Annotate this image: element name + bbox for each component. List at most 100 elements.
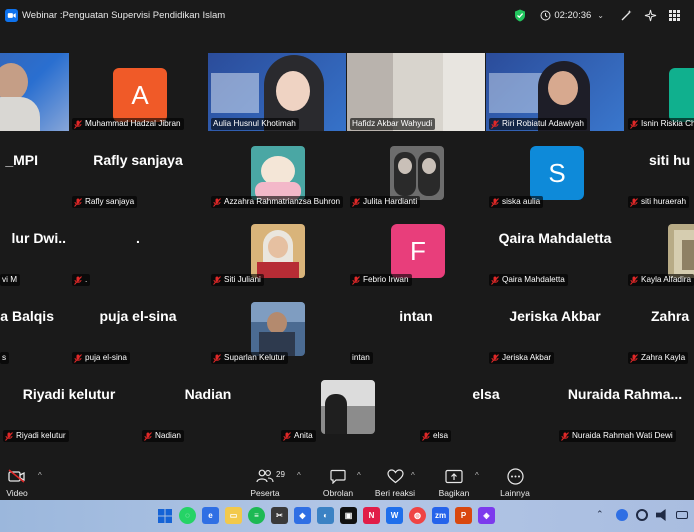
profile-picture bbox=[251, 302, 305, 356]
spotify-icon[interactable]: ≡ bbox=[248, 507, 265, 524]
chat-options-caret[interactable]: ^ bbox=[357, 471, 361, 480]
folder-icon[interactable]: ▭ bbox=[225, 507, 242, 524]
share-button[interactable]: Bagikan bbox=[426, 462, 482, 500]
profile-picture bbox=[251, 224, 305, 278]
word-icon[interactable]: W bbox=[386, 507, 403, 524]
chevron-up-icon[interactable]: ⌃ bbox=[596, 509, 608, 521]
participant-name-large: Nuraida Rahma... bbox=[567, 386, 683, 402]
gallery-grid-icon[interactable] bbox=[662, 3, 686, 27]
participant-name: Siti Juliani bbox=[211, 274, 264, 286]
sparkle-icon[interactable] bbox=[638, 3, 662, 27]
participant-tile[interactable]: Kayla Alfadira bbox=[625, 209, 694, 287]
participant-tile[interactable]: Zahra Zahra Kayla bbox=[625, 287, 694, 365]
participant-tile[interactable]: puja el-sina puja el-sina bbox=[69, 287, 207, 365]
capcut-icon[interactable]: ✂ bbox=[271, 507, 288, 524]
participant-name: Muhammad Hadzal Jibran bbox=[72, 118, 184, 130]
chrome-icon[interactable]: ◍ bbox=[409, 507, 426, 524]
cloud-icon[interactable] bbox=[616, 509, 628, 521]
participant-name: vi M bbox=[0, 274, 21, 286]
participant-tile[interactable]: siti hu siti huraerah bbox=[625, 131, 694, 209]
participant-tile[interactable]: Nuraida Rahma... Nuraida Rahmah Wati Dew… bbox=[556, 365, 694, 443]
whatsapp-icon[interactable]: ◌ bbox=[179, 507, 196, 524]
participant-tile[interactable]: Riyadi kelutur Riyadi kelutur bbox=[0, 365, 138, 443]
chat-button[interactable]: Obrolan bbox=[310, 462, 366, 500]
participant-tile[interactable]: Isnin Riskia Ch bbox=[625, 53, 694, 131]
participant-tile[interactable]: Hafidz Akbar Wahyudi bbox=[347, 53, 485, 131]
mic-muted-icon bbox=[561, 431, 569, 441]
wifi-icon[interactable] bbox=[636, 509, 648, 521]
participant-tile[interactable]: Rafly sanjaya Rafly sanjaya bbox=[69, 131, 207, 209]
news-icon[interactable]: N bbox=[363, 507, 380, 524]
participant-name: Kayla Alfadira bbox=[628, 274, 694, 286]
participant-name-large: Rafly sanjaya bbox=[93, 152, 183, 168]
video-options-caret[interactable]: ^ bbox=[38, 471, 42, 480]
participant-tile[interactable]: S siska aulia bbox=[486, 131, 624, 209]
mic-muted-icon bbox=[491, 353, 499, 363]
participant-name: . bbox=[72, 274, 91, 286]
reactions-options-caret[interactable]: ^ bbox=[411, 471, 415, 480]
profile-picture bbox=[390, 146, 444, 200]
participant-tile[interactable] bbox=[0, 53, 70, 131]
participant-tile[interactable]: Aulia Husnul Khotimah bbox=[208, 53, 346, 131]
participant-name-large: Riyadi kelutur bbox=[22, 386, 116, 402]
participant-tile[interactable]: . . bbox=[69, 209, 207, 287]
participant-name: Nadian bbox=[142, 430, 184, 442]
participant-tile[interactable]: elsa elsa bbox=[417, 365, 555, 443]
participant-name: s bbox=[0, 352, 10, 364]
participant-name: Azzahra Rahmatrianzsa Buhron bbox=[211, 196, 344, 208]
participant-tile[interactable]: Julita Hardianti bbox=[347, 131, 485, 209]
participant-tile[interactable]: a Balqis s bbox=[0, 287, 70, 365]
participant-tile[interactable]: Qaira Mahdaletta Qaira Mahdaletta bbox=[486, 209, 624, 287]
start-menu-icon[interactable] bbox=[156, 507, 173, 524]
reactions-button[interactable]: Beri reaksi bbox=[367, 462, 423, 500]
terminal-icon[interactable]: ▣ bbox=[340, 507, 357, 524]
participant-tile[interactable]: A Muhammad Hadzal Jibran bbox=[69, 53, 207, 131]
browser-icon[interactable]: e bbox=[202, 507, 219, 524]
mic-muted-icon bbox=[213, 275, 221, 285]
participant-tile[interactable]: intan intan bbox=[347, 287, 485, 365]
participant-name: Nuraida Rahmah Wati Dewi bbox=[559, 430, 676, 442]
magic-wand-icon[interactable] bbox=[614, 3, 638, 27]
participant-tile[interactable]: lur Dwi.. vi M bbox=[0, 209, 70, 287]
participant-tile[interactable]: F Febrio Irwan bbox=[347, 209, 485, 287]
shield-icon[interactable] bbox=[508, 3, 532, 27]
mic-muted-icon bbox=[74, 275, 82, 285]
video-button[interactable]: Video bbox=[0, 462, 45, 500]
speaker-icon[interactable] bbox=[656, 509, 666, 521]
active-speaker-tile[interactable]: Riri Robiatul Adawiyah bbox=[486, 53, 624, 131]
chat-bubble-icon bbox=[328, 466, 348, 486]
participants-button[interactable]: Peserta bbox=[237, 462, 293, 500]
participant-tile[interactable]: Azzahra Rahmatrianzsa Buhron bbox=[208, 131, 346, 209]
participant-tile[interactable]: Anita bbox=[278, 365, 416, 443]
mic-muted-icon bbox=[630, 197, 638, 207]
meeting-timer[interactable]: 02:20:36 ⌄ bbox=[540, 10, 604, 21]
powerpoint-icon[interactable]: P bbox=[455, 507, 472, 524]
edge-icon[interactable]: ◐ bbox=[317, 507, 334, 524]
profile-picture bbox=[668, 224, 694, 278]
participant-tile[interactable]: _MPI bbox=[0, 131, 70, 209]
participant-name-large: puja el-sina bbox=[99, 308, 177, 324]
share-options-caret[interactable]: ^ bbox=[475, 471, 479, 480]
participant-tile[interactable]: Jeriska Akbar Jeriska Akbar bbox=[486, 287, 624, 365]
mic-muted-icon bbox=[5, 431, 13, 441]
file-app-icon[interactable]: ◆ bbox=[294, 507, 311, 524]
profile-picture bbox=[251, 146, 305, 200]
participant-name-large: Nadian bbox=[184, 386, 232, 402]
participant-name-large: Zahra bbox=[651, 308, 690, 324]
participant-name: Zahra Kayla bbox=[628, 352, 689, 364]
participant-name-large: elsa bbox=[472, 386, 500, 402]
meeting-toolbar: Video ^ Peserta 29 ^ Obrolan ^ Beri reak… bbox=[0, 462, 694, 500]
profile-picture bbox=[321, 380, 375, 434]
participant-name: intan bbox=[350, 352, 373, 364]
participant-tile[interactable]: Siti Juliani bbox=[208, 209, 346, 287]
zoom-icon[interactable]: zm bbox=[432, 507, 449, 524]
app-icon[interactable]: ◈ bbox=[478, 507, 495, 524]
window-title: Webinar :Penguatan Supervisi Pendidikan … bbox=[22, 9, 226, 21]
more-button[interactable]: Lainnya bbox=[487, 462, 543, 500]
participant-tile[interactable]: Suparlan Kelutur bbox=[208, 287, 346, 365]
participants-options-caret[interactable]: ^ bbox=[297, 471, 301, 480]
participant-name: Julita Hardianti bbox=[350, 196, 421, 208]
participant-tile[interactable]: Nadian Nadian bbox=[139, 365, 277, 443]
battery-icon[interactable] bbox=[676, 511, 688, 519]
participant-name: siska aulia bbox=[489, 196, 544, 208]
